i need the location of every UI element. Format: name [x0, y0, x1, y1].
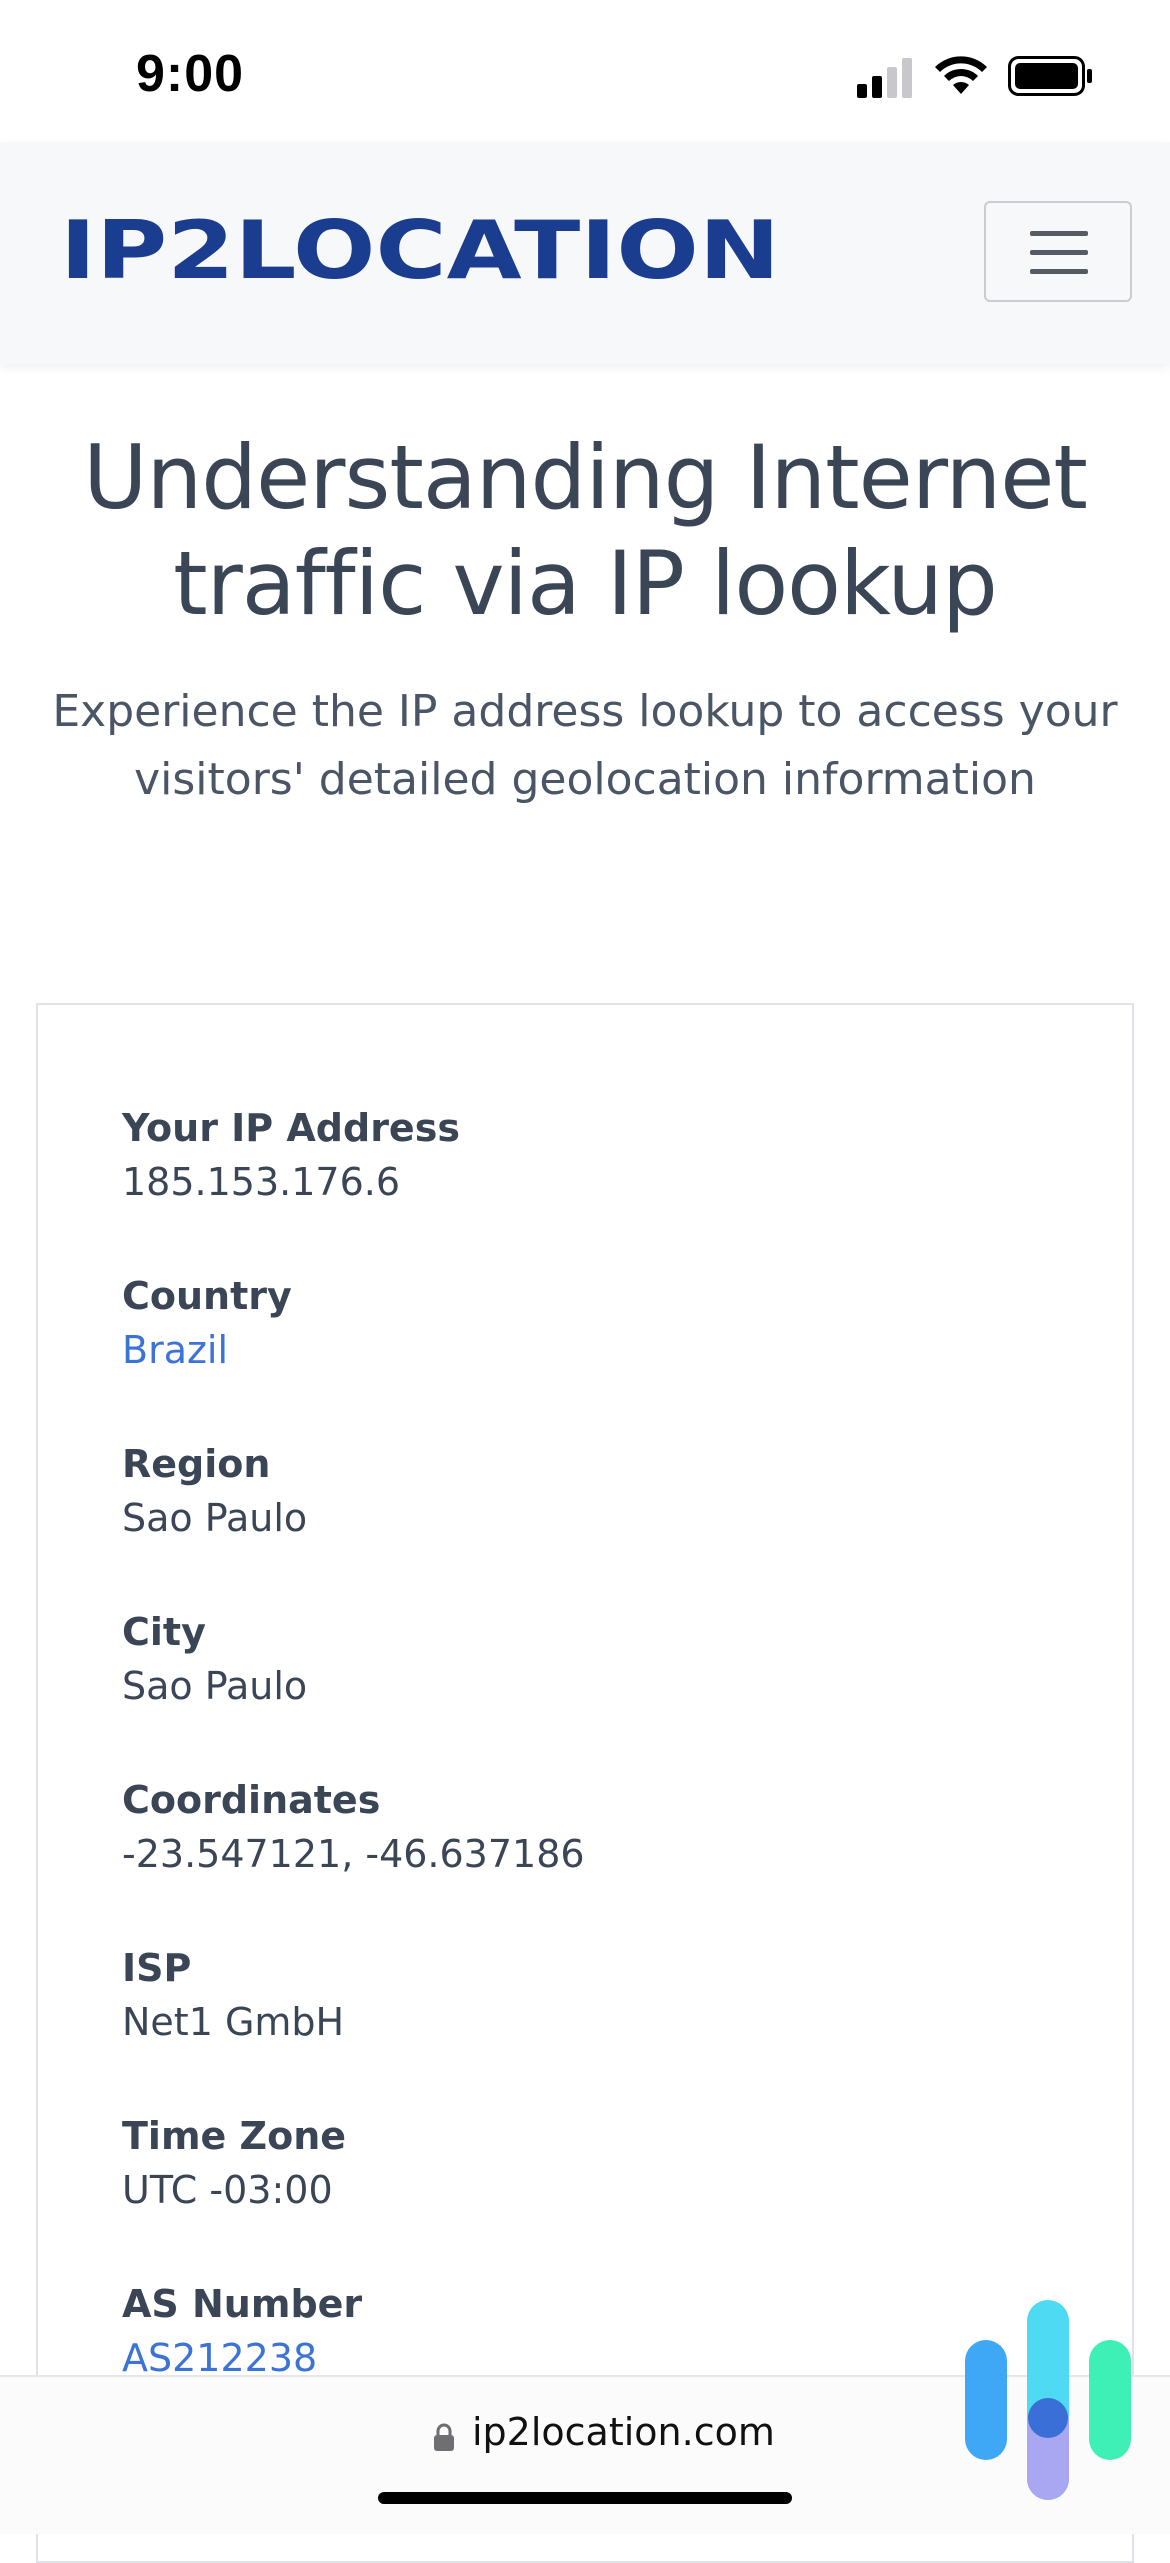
page-title-line: Understanding Internet [83, 426, 1088, 529]
menu-icon-bar [1030, 250, 1088, 255]
menu-icon [1030, 231, 1088, 236]
ip-address-value: 185.153.176.6 [122, 1160, 401, 1204]
country-field: Country Brazil [122, 1270, 292, 1378]
isp-field: ISP Net1 GmbH [122, 1942, 344, 2050]
region-field: Region Sao Paulo [122, 1438, 307, 1546]
ip-address-field: Your IP Address 185.153.176.6 [122, 1102, 460, 1210]
page-title-line: traffic via IP lookup [173, 532, 998, 635]
page-subtitle-line: visitors' detailed geolocation informati… [134, 754, 1036, 805]
field-label: Country [122, 1274, 292, 1318]
as-number-field: AS Number AS212238 [122, 2278, 362, 2386]
region-value: Sao Paulo [122, 1496, 308, 1540]
status-time: 9:00 [136, 45, 245, 103]
field-label: AS Number [122, 2282, 363, 2326]
coordinates-value: -23.547121, -46.637186 [122, 1832, 585, 1876]
field-label: Your IP Address [122, 1106, 460, 1150]
field-label: City [122, 1610, 206, 1654]
country-link[interactable]: Brazil [122, 1322, 292, 1378]
menu-icon-bar [1030, 269, 1088, 274]
city-value: Sao Paulo [122, 1664, 308, 1708]
page-subtitle: Experience the IP address lookup to acce… [20, 678, 1150, 814]
page-subtitle-line: Experience the IP address lookup to acce… [52, 686, 1118, 737]
field-label: ISP [122, 1946, 192, 1990]
hamburger-menu-button[interactable] [984, 201, 1132, 302]
svg-text:IP2LOCATION: IP2LOCATION [60, 210, 780, 290]
field-label: Region [122, 1442, 271, 1486]
ip2location-logo[interactable]: IP2LOCATION [60, 210, 780, 290]
cellular-signal-icon [857, 58, 912, 98]
home-indicator [378, 2492, 792, 2504]
city-field: City Sao Paulo [122, 1606, 307, 1714]
page-title: Understanding Internet traffic via IP lo… [40, 425, 1130, 637]
url-domain[interactable]: ip2location.com [472, 2410, 775, 2454]
field-label: Coordinates [122, 1778, 381, 1822]
isp-value: Net1 GmbH [122, 2000, 345, 2044]
battery-icon [1008, 56, 1092, 96]
field-label: Time Zone [122, 2114, 347, 2158]
watermark-logo [965, 2300, 1131, 2500]
coordinates-field: Coordinates -23.547121, -46.637186 [122, 1774, 585, 1882]
wifi-icon [935, 56, 987, 94]
time-zone-field: Time Zone UTC -03:00 [122, 2110, 346, 2218]
lock-icon [434, 2423, 454, 2451]
time-zone-value: UTC -03:00 [122, 2168, 333, 2212]
status-bar: 9:00 [0, 0, 1170, 142]
